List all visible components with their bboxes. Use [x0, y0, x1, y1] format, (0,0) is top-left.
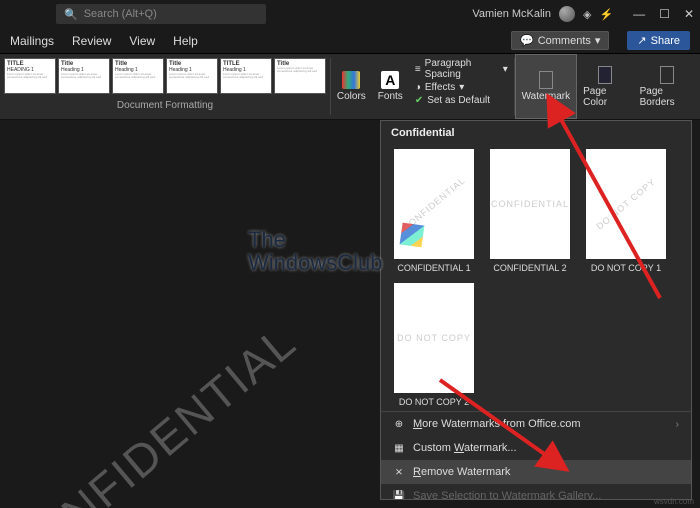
effects-icon: ◑: [415, 82, 421, 93]
comments-label: Comments: [538, 35, 591, 47]
flyout-section-header: Confidential: [381, 121, 691, 145]
logo-square-icon: [399, 223, 424, 248]
colors-icon: [342, 71, 360, 89]
fonts-button[interactable]: A Fonts: [372, 54, 409, 119]
chevron-down-icon: ▾: [503, 64, 508, 75]
attribution: wsvdn.com: [654, 497, 694, 506]
paragraph-group: ≡Paragraph Spacing ▾ ◑Effects ▾ ✔Set as …: [409, 54, 514, 119]
share-label: Share: [651, 35, 680, 47]
style-thumb[interactable]: TitleHeading 1Lorem ipsum dolor sit amet…: [112, 58, 164, 94]
close-button[interactable]: ✕: [684, 7, 694, 21]
ribbon: TITLEHEADING 1Lorem ipsum dolor sit amet…: [0, 54, 700, 120]
share-button[interactable]: ↗ Share: [627, 31, 690, 50]
style-thumb[interactable]: TitleLorem ipsum dolor sit amet consecte…: [274, 58, 326, 94]
watermark-preset[interactable]: CONFIDENTIALCONFIDENTIAL 2: [487, 149, 573, 273]
checkmark-icon: ✔: [415, 95, 423, 106]
ribbon-tabs: Mailings Review View Help 💬 Comments ▾ ↗…: [0, 28, 700, 54]
tab-mailings[interactable]: Mailings: [10, 34, 54, 48]
globe-icon: ⊕: [393, 418, 405, 430]
avatar: [559, 6, 575, 22]
comment-icon: 💬: [520, 34, 534, 47]
document-canvas[interactable]: CONFIDENTIAL: [0, 120, 380, 508]
more-watermarks-item[interactable]: ⊕ More Watermarks from Office.com ›: [381, 412, 691, 436]
watermark-label: Watermark: [522, 91, 571, 102]
page-color-icon: [598, 66, 612, 84]
document-watermark: CONFIDENTIAL: [0, 314, 306, 508]
set-default-button[interactable]: ✔Set as Default: [415, 95, 508, 106]
page-borders-button[interactable]: Page Borders: [634, 54, 700, 119]
watermark-preset[interactable]: CONFIDENTIALCONFIDENTIAL 1: [391, 149, 477, 273]
search-placeholder: Search (Alt+Q): [84, 8, 157, 20]
style-thumb[interactable]: TITLEHEADING 1Lorem ipsum dolor sit amet…: [4, 58, 56, 94]
group-label-doc-formatting: Document Formatting: [4, 100, 326, 111]
search-icon: 🔍: [64, 8, 78, 21]
paragraph-spacing-button[interactable]: ≡Paragraph Spacing ▾: [415, 58, 508, 80]
watermark-icon: [539, 71, 553, 89]
tab-review[interactable]: Review: [72, 34, 111, 48]
minimize-button[interactable]: —: [633, 7, 645, 21]
overlay-logo: The WindowsClub: [248, 228, 383, 274]
style-thumb[interactable]: TitleHeading 1Lorem ipsum dolor sit amet…: [166, 58, 218, 94]
diamond-icon[interactable]: ◈: [583, 8, 591, 21]
chevron-down-icon: ▾: [595, 34, 601, 47]
para-spacing-icon: ≡: [415, 64, 421, 75]
tab-help[interactable]: Help: [173, 34, 198, 48]
save-sel-label: Save Selection to Watermark Gallery...: [413, 490, 601, 500]
fonts-label: Fonts: [378, 91, 403, 102]
watermark-flyout: Confidential CONFIDENTIALCONFIDENTIAL 1C…: [380, 120, 692, 500]
username-label: Vamien McKalin: [472, 8, 551, 20]
share-icon: ↗: [637, 34, 646, 47]
fonts-icon: A: [381, 71, 399, 89]
watermark-button[interactable]: Watermark: [515, 54, 578, 119]
page-color-label: Page Color: [583, 86, 627, 108]
page-borders-label: Page Borders: [640, 86, 694, 108]
more-label: ore Watermarks from Office.com: [422, 418, 580, 430]
watermark-preset[interactable]: DO NOT COPYDO NOT COPY 2: [391, 283, 477, 407]
colors-button[interactable]: Colors: [331, 54, 372, 119]
remove-watermark-item[interactable]: ⨯ Remove Watermark: [381, 460, 691, 484]
chevron-right-icon: ›: [676, 419, 679, 430]
colors-label: Colors: [337, 91, 366, 102]
title-bar: 🔍 Search (Alt+Q) Vamien McKalin ◈ ⚡ — ☐ …: [0, 0, 700, 28]
save-icon: 💾: [393, 490, 405, 500]
bolt-icon[interactable]: ⚡: [599, 8, 613, 21]
save-selection-item: 💾 Save Selection to Watermark Gallery...: [381, 484, 691, 500]
page-color-button[interactable]: Page Color: [577, 54, 633, 119]
remove-icon: ⨯: [393, 466, 405, 478]
comments-button[interactable]: 💬 Comments ▾: [511, 31, 609, 50]
custom-watermark-item[interactable]: ▦ Custom Watermark...: [381, 436, 691, 460]
page-borders-icon: [660, 66, 674, 84]
chevron-down-icon: ▾: [459, 82, 464, 93]
effects-button[interactable]: ◑Effects ▾: [415, 82, 508, 93]
style-thumb[interactable]: TitleHeading 1Lorem ipsum dolor sit amet…: [58, 58, 110, 94]
watermark-preset[interactable]: DO NOT COPYDO NOT COPY 1: [583, 149, 669, 273]
user-area[interactable]: Vamien McKalin ◈ ⚡ — ☐ ✕: [472, 6, 694, 22]
maximize-button[interactable]: ☐: [659, 7, 670, 21]
style-thumb[interactable]: TITLEHeading 1Lorem ipsum dolor sit amet…: [220, 58, 272, 94]
custom-icon: ▦: [393, 442, 405, 454]
style-gallery[interactable]: TITLEHEADING 1Lorem ipsum dolor sit amet…: [0, 54, 330, 119]
tab-view[interactable]: View: [129, 34, 155, 48]
search-input[interactable]: 🔍 Search (Alt+Q): [56, 4, 266, 24]
